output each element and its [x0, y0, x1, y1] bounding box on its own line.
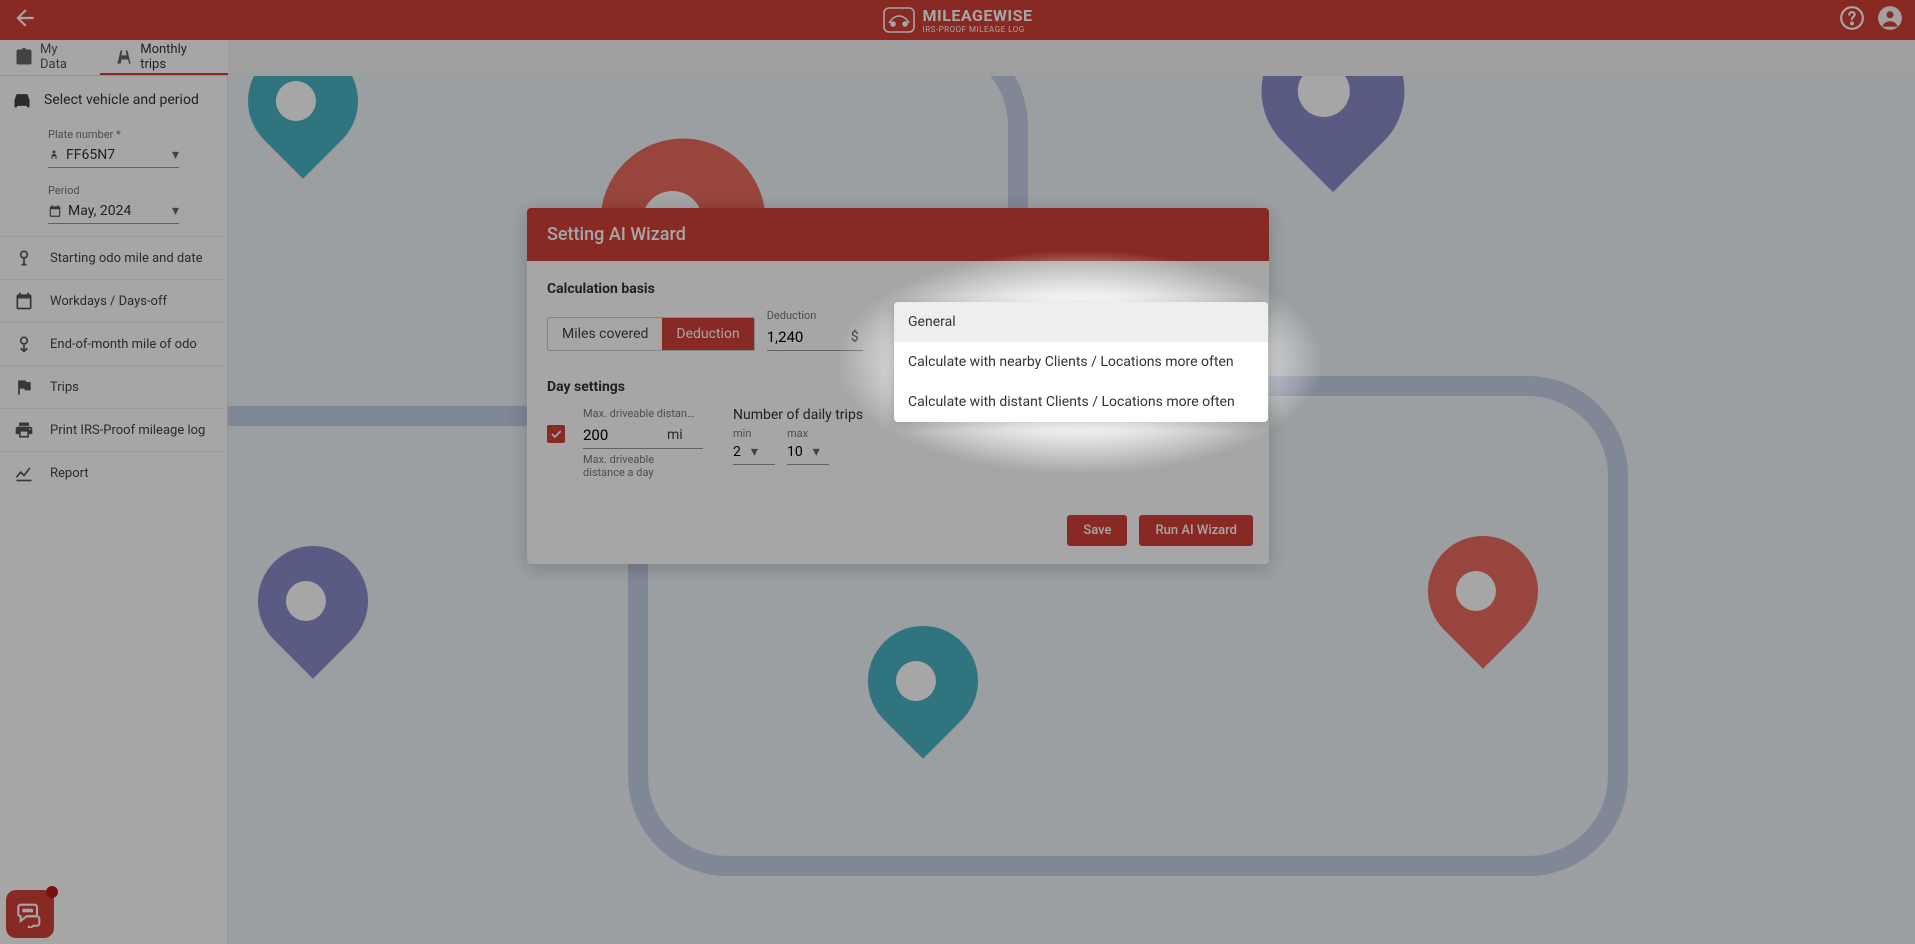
dropdown-option-distant[interactable]: Calculate with distant Clients / Locatio… — [894, 382, 1268, 422]
dim-overlay[interactable] — [0, 0, 1915, 944]
strategy-dropdown: General Calculate with nearby Clients / … — [894, 302, 1268, 422]
dropdown-option-general[interactable]: General — [894, 302, 1268, 342]
dropdown-option-nearby[interactable]: Calculate with nearby Clients / Location… — [894, 342, 1268, 382]
